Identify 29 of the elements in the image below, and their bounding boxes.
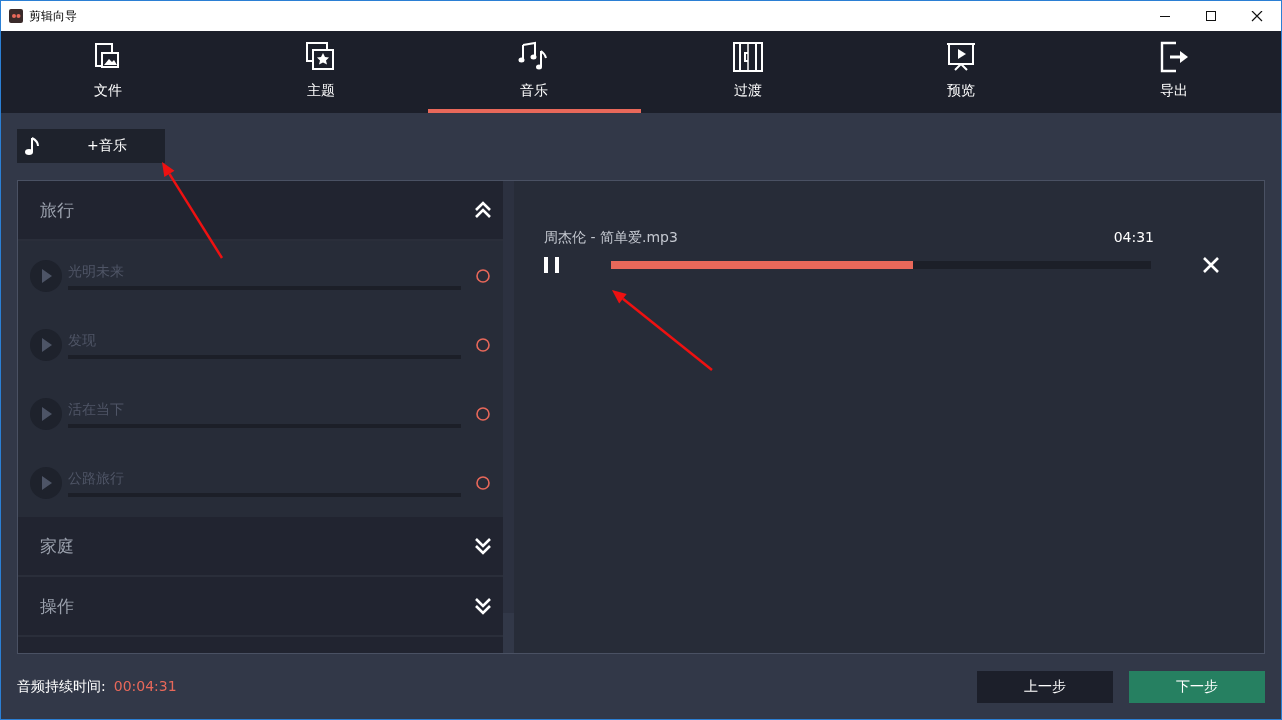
nav-tab[interactable]: 文件	[1, 31, 215, 113]
scrollbar[interactable]	[503, 181, 514, 613]
nav-tab[interactable]: 过渡	[641, 31, 855, 113]
close-icon[interactable]	[1251, 10, 1263, 22]
select-circle-icon[interactable]	[475, 474, 491, 491]
star-picture-icon	[305, 41, 337, 73]
nav-tab[interactable]: 预览	[854, 31, 1068, 113]
progress-track[interactable]	[611, 261, 1151, 269]
nav-tab[interactable]: 主题	[214, 31, 428, 113]
window-title: 剪辑向导	[29, 7, 77, 25]
nav-tab[interactable]: 导出	[1067, 31, 1281, 113]
remove-icon[interactable]	[1202, 256, 1220, 274]
pause-icon[interactable]	[544, 257, 559, 273]
select-circle-icon[interactable]	[475, 336, 491, 353]
app-icon	[9, 9, 23, 23]
next-button[interactable]: 下一步	[1129, 670, 1265, 703]
select-circle-icon[interactable]	[475, 405, 491, 422]
maximize-icon[interactable]	[1205, 10, 1217, 22]
nav-tab[interactable]: 音乐	[427, 31, 641, 113]
add-music-button[interactable]: +音乐	[17, 129, 165, 163]
music-note-icon	[23, 136, 41, 156]
film-strip-icon	[731, 41, 764, 73]
file-name: 周杰伦 - 简单爱.mp3	[544, 229, 678, 247]
duration-text: 04:31	[1113, 229, 1154, 247]
presentation-play-icon	[944, 41, 977, 73]
back-button[interactable]: 上一步	[977, 670, 1113, 703]
total-duration: 00:04:31	[113, 677, 177, 696]
duration-label: 音频持续时间:	[17, 677, 106, 696]
select-circle-icon[interactable]	[475, 267, 491, 284]
